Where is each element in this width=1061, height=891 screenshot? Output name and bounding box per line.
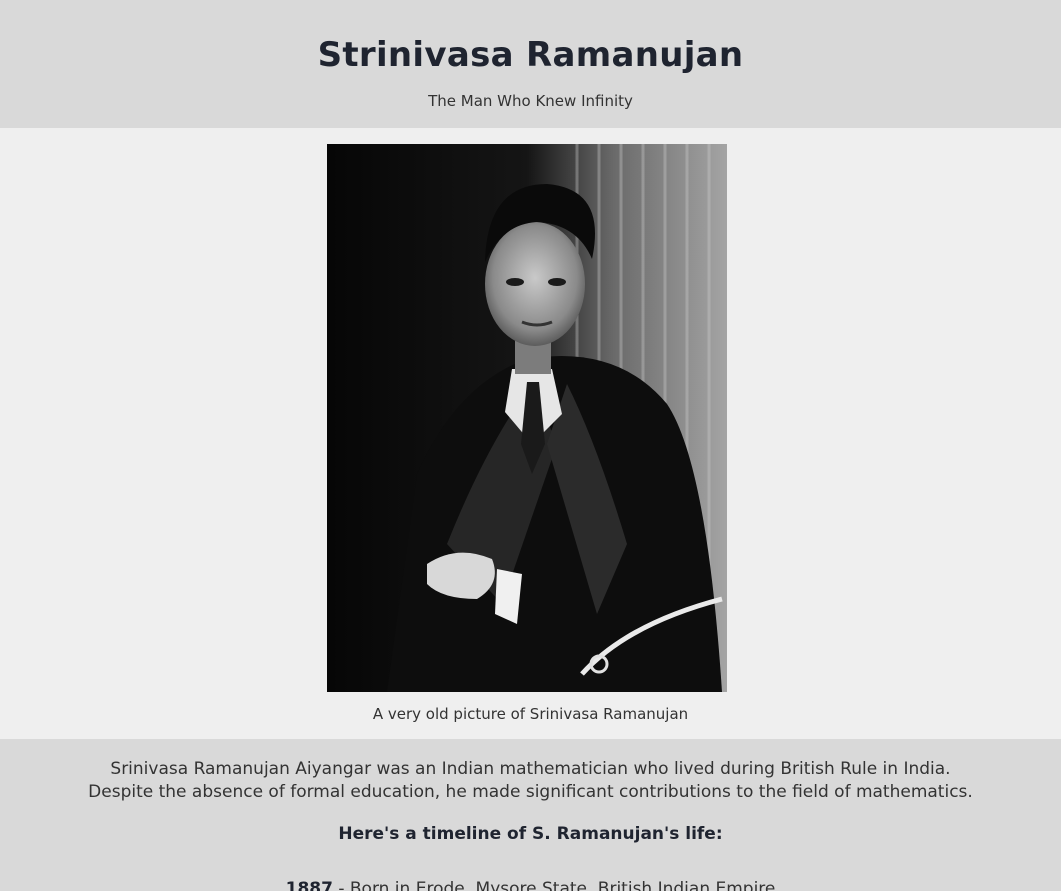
page-header: Strinivasa Ramanujan The Man Who Knew In… [0,0,1061,128]
bio-section: Srinivasa Ramanujan Aiyangar was an Indi… [0,739,1061,891]
image-caption: A very old picture of Srinivasa Ramanuja… [372,705,689,723]
timeline-year: 1887 [285,879,333,891]
bio-line: Srinivasa Ramanujan Aiyangar was an Indi… [110,759,951,779]
timeline-heading: Here's a timeline of S. Ramanujan's life… [338,824,723,844]
timeline-text: - Born in Erode, Mysore State, British I… [332,879,776,891]
page-title: Strinivasa Ramanujan [317,35,744,75]
image-figure: A very old picture of Srinivasa Ramanuja… [0,128,1061,739]
page-subtitle: The Man Who Knew Infinity [428,92,633,110]
portrait-photo-graphic [327,144,727,692]
portrait-image [327,144,727,692]
bio-line: Despite the absence of formal education,… [88,782,973,802]
timeline-item: 1887 - Born in Erode, Mysore State, Brit… [0,878,1061,891]
timeline-list: 1887 - Born in Erode, Mysore State, Brit… [0,878,1061,891]
bio-paragraph: Srinivasa Ramanujan Aiyangar was an Indi… [31,758,1031,804]
